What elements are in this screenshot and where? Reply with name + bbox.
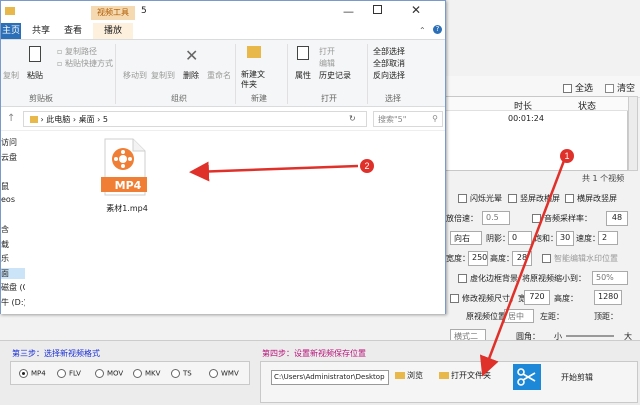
- arrow-to-file: [189, 161, 359, 182]
- arrow-to-open-folder: [479, 157, 567, 377]
- badge-one-text: 1: [564, 151, 569, 161]
- annotation-overlay: 2 1: [189, 149, 574, 377]
- badge-two-text: 2: [364, 161, 369, 171]
